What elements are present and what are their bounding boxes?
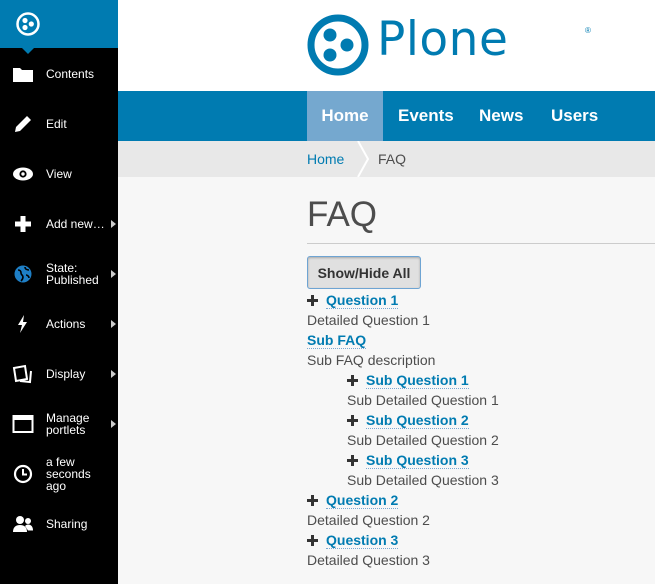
toolbar-state[interactable]: State: Published (0, 249, 118, 299)
sub-faq-description: Sub FAQ description (307, 352, 436, 368)
chevron-right-icon (111, 370, 116, 378)
chevron-right-icon (111, 220, 116, 228)
toolbar-history[interactable]: a few seconds ago (0, 449, 118, 499)
toolbar-label: State: Published (46, 261, 99, 287)
breadcrumb-separator (357, 141, 370, 177)
toolbar-view[interactable]: View (0, 149, 118, 199)
breadcrumb-home-link[interactable]: Home (307, 151, 344, 167)
expand-plus-icon (347, 415, 358, 426)
window-icon (12, 413, 34, 435)
page-title: FAQ (307, 195, 378, 234)
question-link[interactable]: Sub Question 2 (366, 412, 469, 429)
faq-answer: Detailed Question 2 (307, 512, 430, 528)
breadcrumb-current: FAQ (378, 151, 407, 167)
toolbar-label: Contents (46, 67, 95, 81)
sub-faq-link[interactable]: Sub FAQ (307, 332, 367, 349)
faq-answer: Sub Detailed Question 2 (347, 432, 499, 448)
question-link[interactable]: Sub Question 1 (366, 372, 469, 389)
faq-question[interactable]: Sub Question 2 (347, 410, 469, 430)
faq-question[interactable]: Question 2 (307, 490, 399, 510)
toolbar-add-new[interactable]: Add new… (0, 199, 118, 249)
toolbar-label: Add new… (46, 217, 105, 231)
toolbar-label: Edit (46, 117, 67, 131)
faq-question[interactable]: Sub Question 3 (347, 450, 469, 470)
globe-icon (12, 263, 34, 285)
toolbar-sharing[interactable]: Sharing (0, 499, 118, 549)
bolt-icon (12, 313, 34, 335)
faq-answer: Detailed Question 1 (307, 312, 430, 328)
folder-icon (12, 63, 34, 85)
nav-item-users[interactable]: Users (551, 91, 598, 141)
toolbar-label: a few seconds ago (46, 455, 91, 493)
expand-plus-icon (307, 535, 318, 546)
pencil-icon (12, 113, 34, 135)
plone-toolbar: Contents Edit View Add new… State: Publi… (0, 0, 118, 584)
expand-plus-icon (307, 495, 318, 506)
chevron-right-icon (111, 420, 116, 428)
toolbar-actions[interactable]: Actions (0, 299, 118, 349)
logo-text: Plone (377, 12, 509, 67)
plone-logo-icon (16, 12, 40, 36)
question-link[interactable]: Question 1 (326, 292, 399, 309)
chevron-right-icon (111, 320, 116, 328)
faq-question[interactable]: Question 1 (307, 290, 399, 310)
nav-item-home[interactable]: Home (307, 91, 383, 141)
question-link[interactable]: Question 3 (326, 532, 399, 549)
show-hide-all-button[interactable]: Show/Hide All (307, 256, 421, 289)
nav-item-events[interactable]: Events (398, 91, 454, 141)
site-header: Plone ® (118, 0, 655, 91)
toolbar-label: Display (46, 367, 86, 381)
eye-icon (12, 163, 34, 185)
toolbar-logo[interactable] (0, 0, 118, 54)
global-nav: Home Events News Users (118, 91, 655, 141)
toolbar-label: View (46, 167, 72, 181)
users-icon (12, 513, 34, 535)
faq-answer: Sub Detailed Question 1 (347, 392, 499, 408)
expand-plus-icon (307, 295, 318, 306)
toolbar-manage-portlets[interactable]: Manage portlets (0, 399, 118, 449)
faq-answer: Sub Detailed Question 3 (347, 472, 499, 488)
toolbar-label: Manage portlets (46, 411, 90, 437)
title-divider (307, 243, 655, 244)
expand-plus-icon (347, 455, 358, 466)
faq-question[interactable]: Sub Question 1 (347, 370, 469, 390)
display-icon (12, 363, 34, 385)
main-area: Plone ® Home Events News Users Home FAQ … (118, 0, 655, 584)
toolbar-display[interactable]: Display (0, 349, 118, 399)
breadcrumb: Home FAQ (118, 141, 655, 177)
question-link[interactable]: Sub Question 3 (366, 452, 469, 469)
toolbar-label: Sharing (46, 517, 88, 531)
faq-question[interactable]: Question 3 (307, 530, 399, 550)
expand-plus-icon (347, 375, 358, 386)
faq-answer: Detailed Question 3 (307, 552, 430, 568)
plone-logo-icon (307, 14, 369, 76)
toolbar-contents[interactable]: Contents (0, 49, 118, 99)
sub-faq-title[interactable]: Sub FAQ (307, 330, 367, 350)
nav-item-news[interactable]: News (479, 91, 523, 141)
chevron-right-icon (111, 270, 116, 278)
question-link[interactable]: Question 2 (326, 492, 399, 509)
clock-icon (12, 463, 34, 485)
logo-registered-mark: ® (585, 26, 591, 35)
plus-icon (12, 213, 34, 235)
toolbar-edit[interactable]: Edit (0, 99, 118, 149)
toolbar-label: Actions (46, 317, 86, 331)
